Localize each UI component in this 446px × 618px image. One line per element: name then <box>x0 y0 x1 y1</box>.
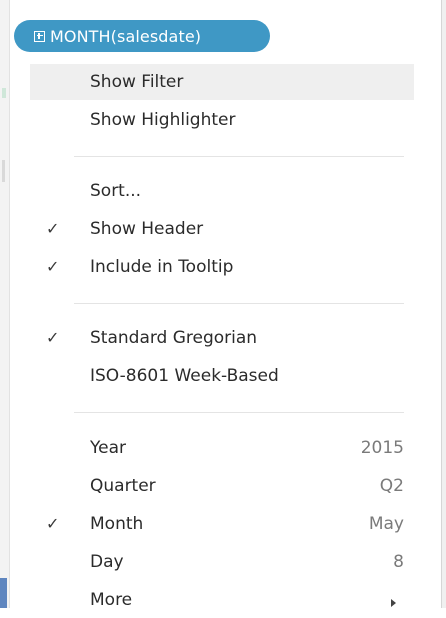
menu-separator <box>74 303 404 304</box>
menu-item-year[interactable]: Year 2015 <box>30 430 414 466</box>
menu-item-include-in-tooltip[interactable]: ✓ Include in Tooltip <box>30 249 414 285</box>
context-menu: Show Filter Show Highlighter Sort... ✓ S… <box>24 58 420 618</box>
menu-item-label: ISO-8601 Week-Based <box>90 366 279 386</box>
menu-item-label: Year <box>90 438 126 458</box>
field-pill-month-salesdate[interactable]: MONTH(salesdate) <box>14 20 270 52</box>
menu-item-sort[interactable]: Sort... <box>30 173 414 209</box>
menu-item-standard-gregorian[interactable]: ✓ Standard Gregorian <box>30 320 414 356</box>
menu-item-label: Show Header <box>90 219 204 239</box>
menu-item-label: Quarter <box>90 476 156 496</box>
field-pill-label: MONTH(salesdate) <box>50 26 202 46</box>
plus-box-icon[interactable] <box>34 30 45 42</box>
menu-item-label: Day <box>90 552 124 572</box>
menu-item-label: Sort... <box>90 181 142 201</box>
menu-item-day[interactable]: Day 8 <box>30 544 414 580</box>
worksheet-left-edge <box>0 0 10 608</box>
menu-item-label: Show Filter <box>90 72 184 92</box>
menu-item-value: 8 <box>393 552 404 572</box>
checkmark-icon: ✓ <box>46 257 60 276</box>
menu-item-show-highlighter[interactable]: Show Highlighter <box>30 102 414 138</box>
menu-separator <box>74 156 404 157</box>
worksheet-mark <box>2 88 6 98</box>
menu-item-more[interactable]: More <box>30 582 414 618</box>
menu-item-month[interactable]: ✓ Month May <box>30 506 414 542</box>
menu-item-show-header[interactable]: ✓ Show Header <box>30 211 414 247</box>
menu-item-label: Month <box>90 514 144 534</box>
menu-item-label: Show Highlighter <box>90 110 236 130</box>
menu-item-show-filter[interactable]: Show Filter <box>30 64 414 100</box>
checkmark-icon: ✓ <box>46 328 60 347</box>
menu-item-value: May <box>368 514 404 534</box>
menu-item-label: More <box>90 590 133 610</box>
worksheet-mark <box>2 160 5 182</box>
menu-item-quarter[interactable]: Quarter Q2 <box>30 468 414 504</box>
worksheet-bar <box>0 578 7 608</box>
checkmark-icon: ✓ <box>46 514 60 533</box>
menu-separator <box>74 412 404 413</box>
checkmark-icon: ✓ <box>46 219 60 238</box>
menu-item-value: Q2 <box>379 476 404 496</box>
menu-item-iso-8601-week-based[interactable]: ISO-8601 Week-Based <box>30 358 414 394</box>
worksheet-right-edge <box>441 0 446 608</box>
menu-item-label: Include in Tooltip <box>90 257 234 277</box>
submenu-arrow-icon <box>391 599 396 607</box>
menu-item-label: Standard Gregorian <box>90 328 258 348</box>
menu-item-value: 2015 <box>360 438 404 458</box>
